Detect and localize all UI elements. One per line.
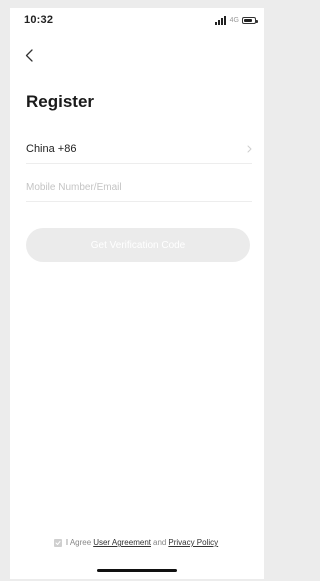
- battery-icon: [242, 17, 258, 24]
- chevron-left-icon: [25, 48, 33, 62]
- network-label: 4G: [229, 17, 239, 24]
- user-agreement-link[interactable]: User Agreement: [93, 538, 151, 547]
- privacy-policy-link[interactable]: Privacy Policy: [168, 538, 218, 547]
- country-selector[interactable]: China +86: [26, 135, 252, 164]
- status-icons: 4G: [214, 16, 258, 25]
- page-title: Register: [26, 92, 95, 111]
- get-verification-code-button[interactable]: Get Verification Code: [26, 228, 250, 262]
- status-time: 10:32: [24, 14, 54, 26]
- chevron-right-icon: [247, 145, 252, 153]
- status-bar: 10:32 4G: [10, 8, 264, 38]
- signal-icon: [214, 16, 226, 25]
- mobile-email-input[interactable]: [26, 174, 252, 202]
- agree-prefix: I Agree: [65, 538, 92, 547]
- country-code-label: China +86: [26, 143, 77, 155]
- agreement-row: I Agree User Agreement and Privacy Polic…: [10, 538, 264, 547]
- agreement-conjunction: and: [153, 538, 167, 547]
- back-button[interactable]: [20, 44, 38, 66]
- home-indicator: [97, 569, 177, 572]
- agree-checkbox[interactable]: [53, 538, 62, 547]
- phone-screen: 10:32 4G Register China +86 Get Verif: [10, 8, 264, 579]
- check-icon: [55, 540, 61, 545]
